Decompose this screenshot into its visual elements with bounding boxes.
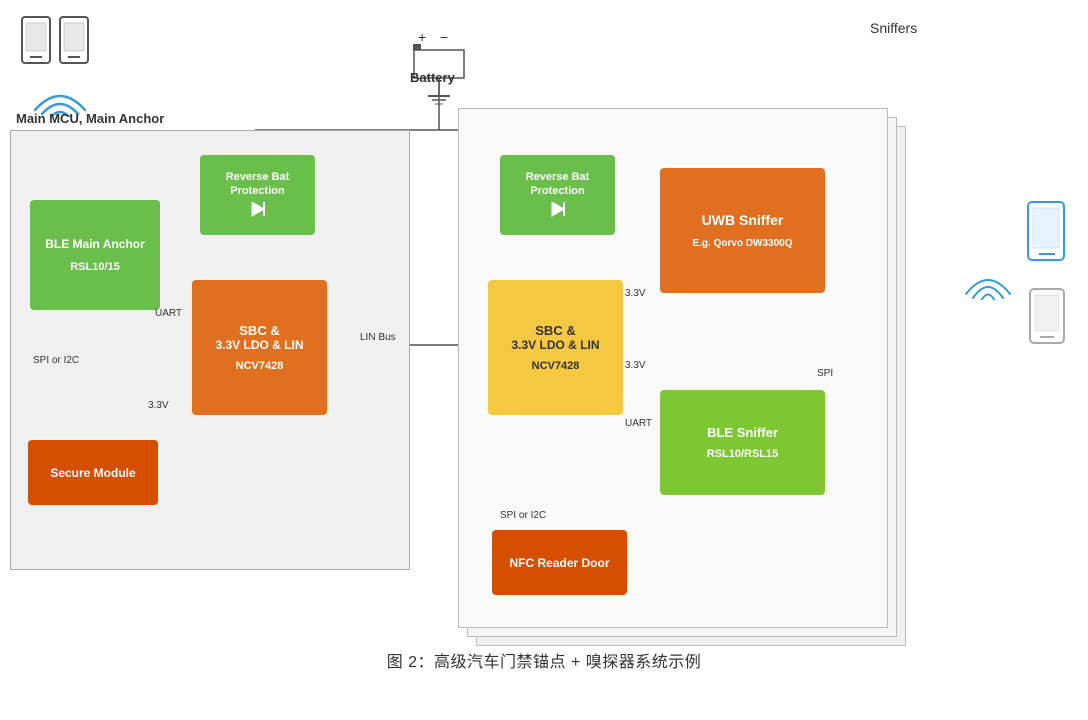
sbc-right-label2: 3.3V LDO & LIN	[511, 338, 599, 354]
spi-right-label: SPI	[817, 368, 833, 379]
phone-right-2	[1027, 287, 1069, 347]
battery-area: Battery	[415, 15, 455, 85]
v33-left-label: 3.3V	[148, 400, 169, 411]
sbc-right-label1: SBC &	[535, 323, 575, 338]
sbc-left-block: SBC & 3.3V LDO & LIN NCV7428	[192, 280, 327, 415]
sniffers-label: Sniffers	[870, 20, 928, 36]
ble-main-anchor-label: BLE Main Anchor	[45, 237, 145, 253]
rev-bat-right-label: Reverse Bat Protection	[526, 170, 590, 199]
rev-bat-left-label: Reverse Bat Protection	[226, 170, 290, 199]
phones-top-left	[20, 15, 95, 70]
ble-sniffer-label2: RSL10/RSL15	[707, 448, 779, 460]
sbc-left-label2: 3.3V LDO & LIN	[215, 338, 303, 354]
v33-right-label: 3.3V	[625, 288, 646, 299]
spi-i2c-right-label: SPI or I2C	[500, 510, 546, 521]
sbc-left-label3: NCV7428	[236, 360, 284, 372]
ble-sniffer-block: BLE Sniffer RSL10/RSL15	[660, 390, 825, 495]
secure-module-block: Secure Module	[28, 440, 158, 505]
ble-main-anchor-block: BLE Main Anchor RSL10/15	[30, 200, 160, 310]
phone-icons-left	[20, 15, 95, 70]
secure-module-label: Secure Module	[50, 466, 135, 480]
ble-main-anchor-sub: RSL10/15	[70, 261, 120, 273]
rev-bat-left-block: Reverse Bat Protection	[200, 155, 315, 235]
nfc-reader-label: NFC Reader Door	[509, 556, 609, 570]
uwb-sniffer-block: UWB Sniffer E.g. Qorvo DW3300Q	[660, 168, 825, 293]
spi-i2c-left-label: SPI or I2C	[33, 355, 79, 366]
rev-bat-right-block: Reverse Bat Protection	[500, 155, 615, 235]
uart-left-label: UART	[155, 308, 182, 319]
phone-right-1	[1025, 200, 1070, 265]
nfc-reader-block: NFC Reader Door	[492, 530, 627, 595]
diagram-container: + −	[0, 0, 1088, 680]
sbc-left-label1: SBC &	[239, 323, 279, 338]
uwb-sniffer-label1: UWB Sniffer	[702, 212, 784, 228]
uwb-sniffer-label2: E.g. Qorvo DW3300Q	[692, 238, 792, 249]
sbc-right-label3: NCV7428	[532, 360, 580, 372]
ble-sniffer-label1: BLE Sniffer	[707, 425, 778, 440]
sbc-right-block: SBC & 3.3V LDO & LIN NCV7428	[488, 280, 623, 415]
lin-bus-label: LIN Bus	[360, 332, 396, 343]
uart-right-label: UART	[625, 418, 652, 429]
main-mcu-label: Main MCU, Main Anchor	[16, 111, 164, 126]
wifi-signal-right	[963, 258, 1013, 305]
phones-right	[1025, 200, 1070, 347]
battery-label: Battery	[410, 70, 455, 85]
v33-right2-label: 3.3V	[625, 360, 646, 371]
caption: 图 2：高级汽车门禁锚点 + 嗅探器系统示例	[0, 648, 1088, 672]
